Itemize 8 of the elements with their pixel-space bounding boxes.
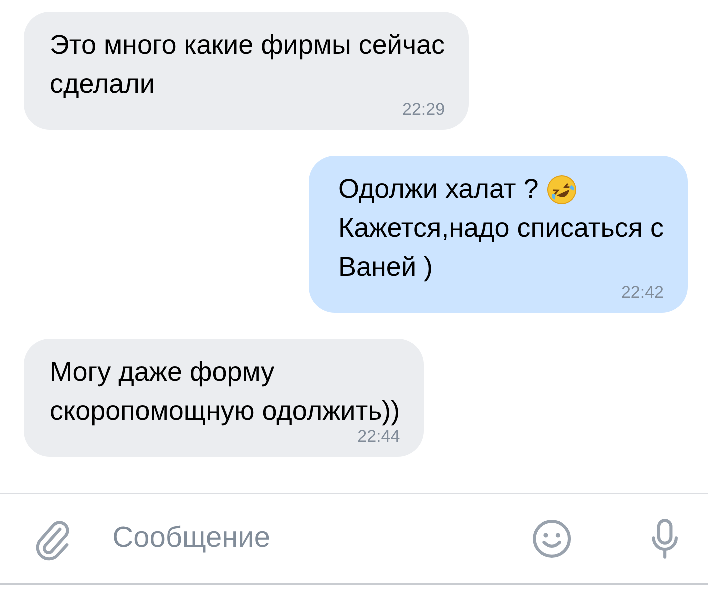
message-text: Кажется,надо списаться с Ваней ): [338, 212, 664, 284]
message-input[interactable]: Сообщение: [110, 521, 492, 556]
message-text: Одолжи халат ?: [338, 173, 539, 206]
message-time: 22:44: [358, 427, 400, 447]
message-text: Это много какие фирмы сейчас сделали: [50, 29, 446, 101]
message-text: Могу даже форму скоропомощную одолжить)): [50, 356, 400, 428]
message-time: 22:42: [621, 283, 664, 303]
message-time: 22:29: [402, 100, 446, 120]
